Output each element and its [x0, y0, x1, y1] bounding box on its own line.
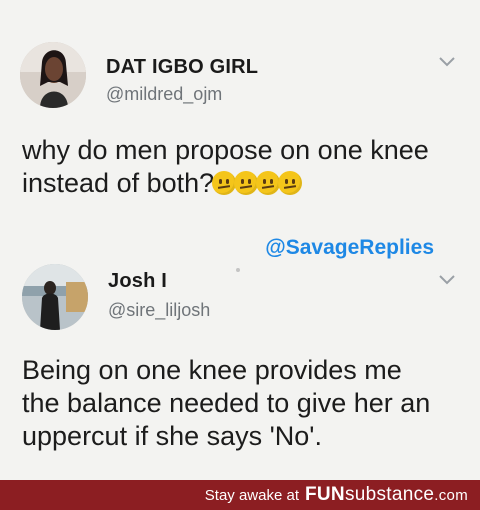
- display-name[interactable]: Josh I: [108, 270, 167, 293]
- tweet-text-line: why do men propose on one knee: [22, 135, 429, 165]
- user-handle[interactable]: @sire_liljosh: [108, 300, 210, 321]
- site-rest: substance: [344, 484, 435, 505]
- confused-face-emoji-icon: [278, 171, 303, 195]
- site-suffix: .com: [434, 487, 468, 504]
- tweet-text-segment: instead of both?: [22, 168, 215, 198]
- tweet-card-1: DAT IGBO GIRL @mildred_ojm why do men pr…: [0, 0, 480, 230]
- confused-face-emoji-icon: [234, 171, 259, 195]
- tweet-text-line: uppercut if she says 'No'.: [22, 421, 322, 451]
- display-name[interactable]: DAT IGBO GIRL: [106, 56, 258, 79]
- tweet-text: Being on one knee provides me the balanc…: [22, 354, 458, 453]
- site-bold: FUN: [305, 484, 345, 505]
- avatar[interactable]: [20, 42, 86, 108]
- footer-banner: Stay awake at FUNsubstance.com: [0, 480, 480, 510]
- tweet-text-line: Being on one knee provides me: [22, 355, 402, 385]
- tweet-text-line: the balance needed to give her an: [22, 388, 431, 418]
- tweet-card-2: Josh I @sire_liljosh Being on one knee p…: [0, 230, 480, 480]
- site-link[interactable]: FUNsubstance.com: [305, 484, 468, 506]
- chevron-down-icon[interactable]: [438, 56, 456, 68]
- avatar[interactable]: [22, 264, 88, 330]
- confused-face-emoji-icon: [256, 171, 281, 195]
- tweet-text: why do men propose on one knee instead o…: [22, 134, 458, 200]
- tweet-text-line: instead of both?: [22, 167, 458, 200]
- user-handle[interactable]: @mildred_ojm: [106, 84, 222, 105]
- confused-face-emoji-icon: [212, 171, 237, 195]
- chevron-down-icon[interactable]: [438, 274, 456, 286]
- footer-prefix: Stay awake at: [204, 486, 299, 504]
